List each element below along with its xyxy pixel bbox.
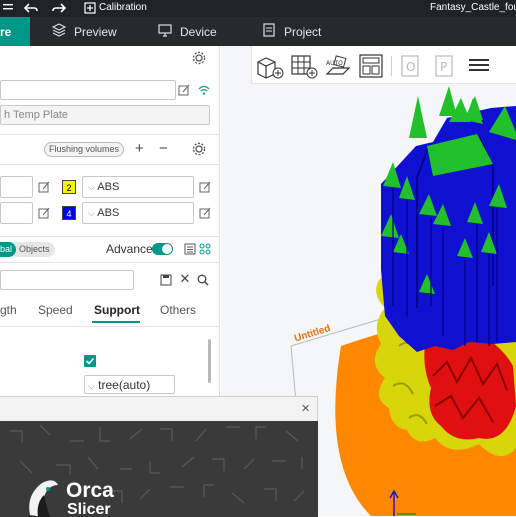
filament-color-swatch[interactable]: 4 [62, 206, 76, 220]
splash-image: Orca Slicer [0, 421, 318, 517]
tab-device[interactable]: Device [158, 17, 217, 46]
global-objects-toggle[interactable]: bal Objects [0, 242, 55, 257]
advance-label: Advance [106, 242, 153, 256]
toggle-global[interactable]: bal [0, 242, 16, 257]
switch-knob [162, 244, 172, 254]
printer-select[interactable] [0, 80, 176, 100]
filament-slot-number: 4 [66, 209, 72, 219]
tab-support[interactable]: Support [94, 303, 140, 317]
chevron-down-icon: ⌵ [88, 182, 95, 192]
tab-prepare-label: re [0, 24, 12, 39]
support-type-value: tree(auto) [98, 378, 151, 392]
filament-type-select[interactable]: ⌵ ABS [82, 202, 194, 224]
document-icon [262, 23, 276, 40]
add-filament-icon[interactable]: + [135, 140, 144, 157]
filament-type-value: ABS [97, 207, 120, 219]
filament-color-swatch[interactable]: 2 [62, 180, 76, 194]
layers-icon [51, 23, 67, 40]
filament-left-select[interactable] [0, 176, 33, 198]
edit-filament-icon[interactable] [199, 181, 211, 193]
menu-icon[interactable] [3, 3, 13, 13]
enable-support-checkbox[interactable] [84, 355, 96, 367]
edit-filament-icon[interactable] [199, 207, 211, 219]
settings-panel: h Temp Plate Flushing volumes + − 2 ⌵ AB… [0, 46, 220, 396]
close-icon[interactable]: ✕ [301, 402, 310, 415]
edit-filament-icon[interactable] [38, 181, 50, 193]
filament-slot-number: 2 [66, 183, 72, 193]
edit-filament-icon[interactable] [38, 207, 50, 219]
monitor-icon [158, 23, 172, 40]
undo-icon[interactable] [23, 2, 38, 17]
settings-scrollbar[interactable] [208, 339, 211, 383]
toggle-objects[interactable]: Objects [19, 242, 50, 257]
tab-preview-label: Preview [74, 24, 117, 39]
list-view-icon[interactable] [184, 243, 196, 258]
brand-name-line1: Orca [66, 479, 114, 502]
advance-switch[interactable] [152, 243, 173, 255]
orca-logo [29, 480, 58, 517]
redo-icon[interactable] [52, 2, 67, 17]
main-tab-bar: re Preview Device Project [0, 17, 516, 46]
tab-speed[interactable]: Speed [38, 303, 73, 317]
divider [0, 326, 220, 327]
chevron-down-icon: ⌵ [88, 381, 95, 391]
tab-project[interactable]: Project [262, 17, 321, 46]
plate-type-value: h Temp Plate [4, 109, 69, 121]
tab-project-label: Project [284, 24, 322, 39]
divider [0, 164, 220, 165]
tab-preview[interactable]: Preview [51, 17, 117, 46]
window-title: Fantasy_Castle_four_c [430, 2, 516, 13]
printer-settings-gear-icon[interactable] [192, 51, 206, 68]
active-tab-underline [92, 321, 140, 323]
edit-printer-icon[interactable] [178, 84, 190, 96]
calibration-menu[interactable]: Calibration [99, 2, 147, 13]
remove-filament-icon[interactable]: − [159, 140, 168, 157]
flushing-volumes-button[interactable]: Flushing volumes [44, 142, 124, 157]
support-type-select[interactable]: ⌵ tree(auto) [84, 375, 175, 394]
compare-icon[interactable] [199, 243, 211, 258]
wifi-icon[interactable] [198, 84, 210, 96]
filament-type-select[interactable]: ⌵ ABS [82, 176, 194, 198]
filament-type-value: ABS [97, 181, 120, 193]
close-icon[interactable]: ✕ [179, 272, 191, 285]
process-preset-select[interactable] [0, 270, 134, 290]
title-bar: Calibration Fantasy_Castle_four_c [0, 0, 516, 17]
brand-name-line2: Slicer [67, 501, 111, 517]
divider [0, 134, 220, 135]
save-preset-icon[interactable] [160, 274, 172, 286]
tab-device-label: Device [180, 24, 217, 39]
calibration-icon[interactable] [84, 2, 96, 17]
chevron-down-icon: ⌵ [88, 208, 95, 218]
filament-left-select[interactable] [0, 202, 33, 224]
tab-strength[interactable]: gth [0, 303, 17, 317]
tab-others[interactable]: Others [160, 303, 196, 317]
flushing-volumes-label: Flushing volumes [48, 144, 120, 154]
tab-prepare[interactable]: re [0, 17, 30, 46]
filament-settings-gear-icon[interactable] [192, 142, 206, 159]
plate-type-select[interactable]: h Temp Plate [0, 105, 210, 125]
splash-dialog: ✕ Orca Slicer [0, 396, 318, 517]
divider [0, 262, 220, 263]
divider [0, 236, 220, 237]
search-icon[interactable] [197, 274, 209, 286]
